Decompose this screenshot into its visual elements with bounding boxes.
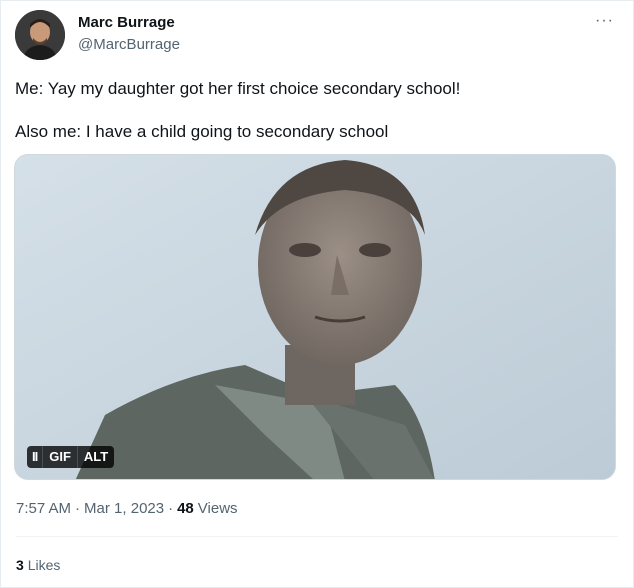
tweet-card: Marc Burrage @MarcBurrage ··· Me: Yay my… xyxy=(0,0,634,588)
meta-separator: · xyxy=(75,500,81,517)
more-horizontal-icon[interactable]: ··· xyxy=(595,13,614,29)
tweet-date[interactable]: Mar 1, 2023 xyxy=(84,500,164,517)
author-handle[interactable]: @MarcBurrage xyxy=(78,36,180,53)
tweet-meta: 7:57 AM · Mar 1, 2023 · 48 Views xyxy=(16,500,238,517)
likes-count: 3 xyxy=(16,557,24,573)
pause-icon[interactable]: II xyxy=(27,446,44,468)
divider xyxy=(16,536,618,537)
tweet-media-gif[interactable] xyxy=(14,154,616,480)
avatar-image xyxy=(15,10,65,60)
author-name[interactable]: Marc Burrage xyxy=(78,14,175,31)
alt-badge[interactable]: ALT xyxy=(77,446,115,468)
gif-frame-image xyxy=(15,155,615,479)
meta-separator: · xyxy=(168,500,174,517)
tweet-text-line-1: Me: Yay my daughter got her first choice… xyxy=(15,79,461,98)
tweet-time[interactable]: 7:57 AM xyxy=(16,500,71,517)
tweet-text-line-2: Also me: I have a child going to seconda… xyxy=(15,122,389,141)
media-badges: II GIF ALT xyxy=(27,446,115,468)
views-count: 48 xyxy=(177,500,194,517)
likes-label: Likes xyxy=(27,557,61,573)
avatar[interactable] xyxy=(15,10,65,60)
likes-link[interactable]: 3 Likes xyxy=(16,557,60,573)
views-label: Views xyxy=(197,500,238,517)
gif-badge: GIF xyxy=(43,446,78,468)
